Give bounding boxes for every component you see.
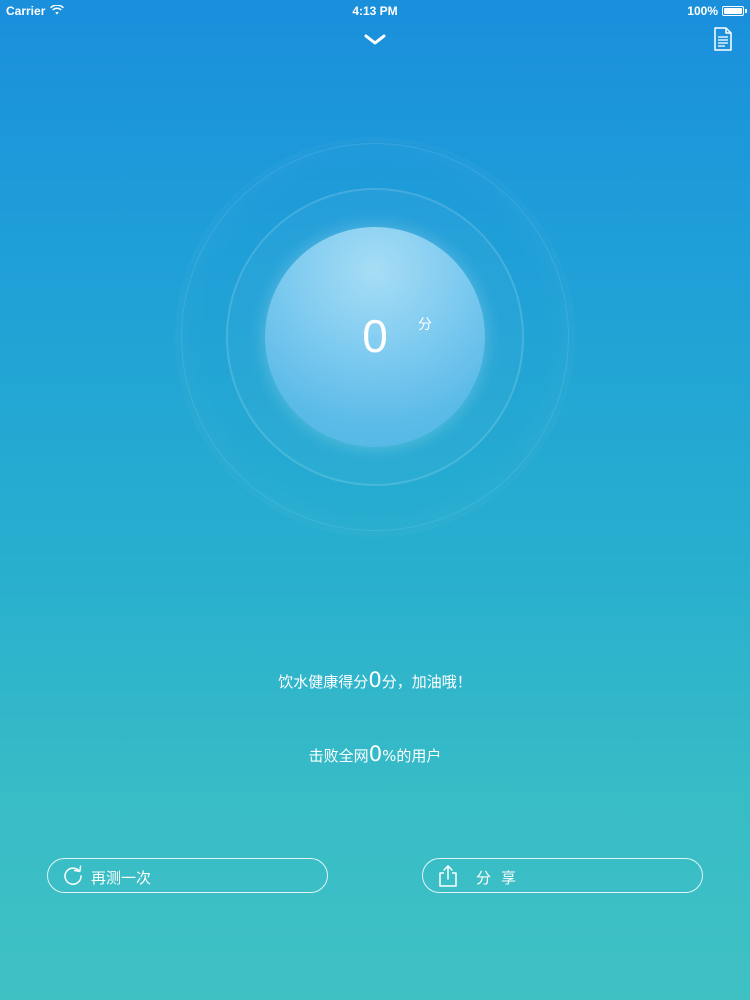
battery-icon bbox=[722, 6, 747, 16]
chevron-down-icon bbox=[363, 32, 387, 51]
health-score-prefix: 饮水健康得分 bbox=[278, 673, 369, 691]
health-score-suffix: 分，加油哦！ bbox=[381, 673, 472, 691]
document-icon bbox=[713, 27, 733, 55]
share-button[interactable]: 分享 bbox=[422, 858, 703, 893]
share-icon bbox=[437, 864, 459, 892]
health-score-message: 饮水健康得分0分，加油哦！ bbox=[0, 668, 750, 692]
ranking-prefix: 击败全网 bbox=[308, 747, 369, 765]
collapse-button[interactable] bbox=[359, 30, 391, 52]
refresh-icon bbox=[62, 865, 84, 891]
score-unit: 分 bbox=[418, 317, 432, 333]
report-button[interactable] bbox=[708, 26, 738, 56]
score-value: 0 bbox=[362, 310, 388, 362]
ranking-message: 击败全网0%的用户 bbox=[0, 742, 750, 766]
share-label: 分享 bbox=[476, 869, 527, 887]
status-right: 100% bbox=[687, 4, 747, 18]
health-score-value: 0 bbox=[368, 668, 382, 692]
status-bar: Carrier 4:13 PM 100% bbox=[0, 0, 750, 22]
retest-button[interactable]: 再测一次 bbox=[47, 858, 328, 893]
ranking-suffix: %的用户 bbox=[382, 747, 442, 765]
ranking-value: 0 bbox=[368, 742, 383, 766]
battery-label: 100% bbox=[687, 4, 718, 18]
status-time: 4:13 PM bbox=[352, 4, 398, 18]
retest-label: 再测一次 bbox=[91, 869, 152, 887]
